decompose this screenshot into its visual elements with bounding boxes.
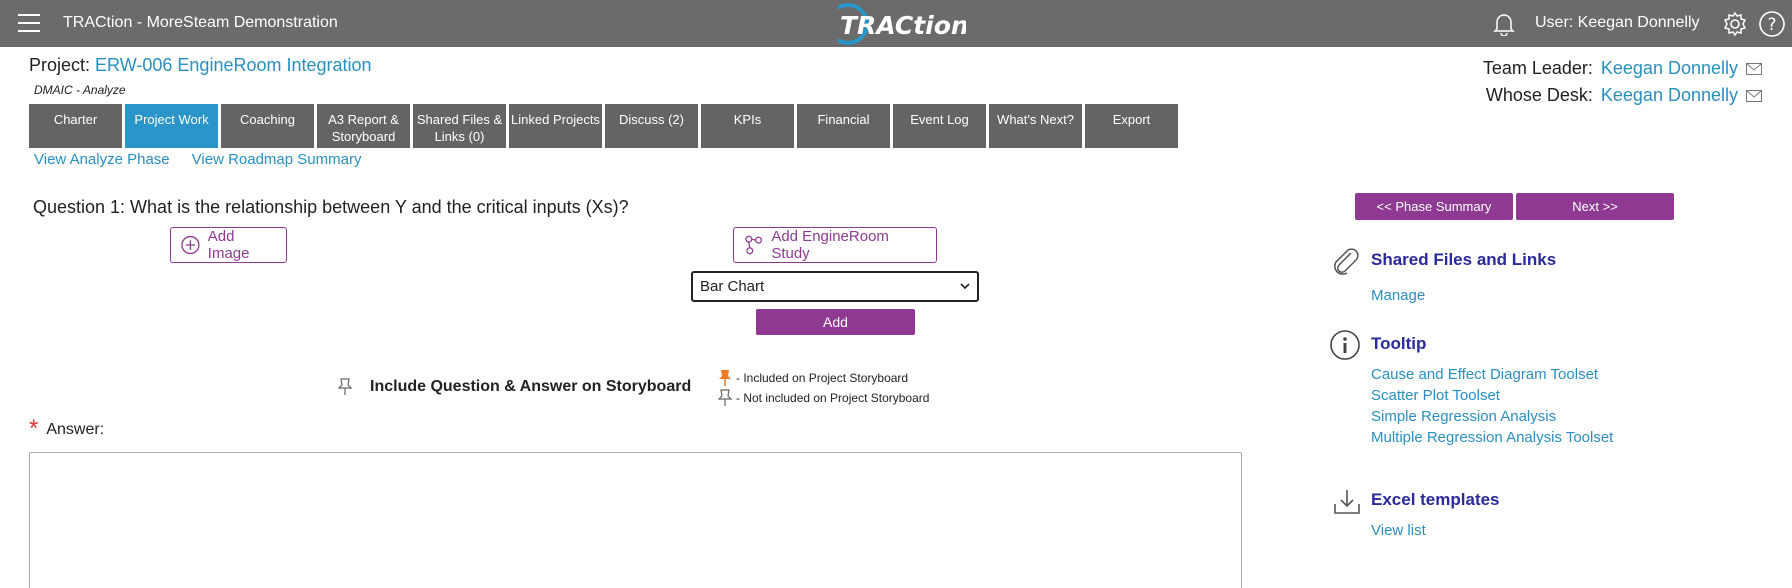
team-leader-link[interactable]: Keegan Donnelly xyxy=(1601,55,1738,82)
tooltip-title: Tooltip xyxy=(1371,334,1427,353)
add-engineroom-label: Add EngineRoom Study xyxy=(771,228,889,262)
app-title: TRACtion - MoreSteam Demonstration xyxy=(63,14,338,31)
storyboard-legend: - Included on Project Storyboard - Not i… xyxy=(718,368,929,408)
download-icon xyxy=(1334,490,1360,514)
tab-shared-files[interactable]: Shared Files & Links (0) xyxy=(413,104,506,148)
tab-bar: Charter Project Work Coaching A3 Report … xyxy=(29,104,1178,148)
tab-event-log[interactable]: Event Log xyxy=(893,104,986,148)
view-analyze-phase-link[interactable]: View Analyze Phase xyxy=(34,151,170,168)
manage-link[interactable]: Manage xyxy=(1371,287,1425,304)
include-label: Include Question & Answer on Storyboard xyxy=(370,378,692,395)
next-button[interactable]: Next >> xyxy=(1516,193,1674,220)
legend-included: - Included on Project Storyboard xyxy=(736,371,909,385)
tab-discuss[interactable]: Discuss (2) xyxy=(605,104,698,148)
tab-coaching[interactable]: Coaching xyxy=(221,104,314,148)
engineroom-icon xyxy=(745,235,763,255)
add-image-button[interactable]: Add Image xyxy=(170,227,287,263)
include-on-storyboard: Include Question & Answer on Storyboard xyxy=(338,378,691,396)
view-roadmap-summary-link[interactable]: View Roadmap Summary xyxy=(192,151,362,168)
mail-icon[interactable] xyxy=(1746,89,1762,102)
logo-text: TRACtion xyxy=(840,11,966,40)
required-marker: * xyxy=(29,415,39,442)
whose-desk-label: Whose Desk: xyxy=(1485,85,1593,105)
traction-logo[interactable]: TRACtion xyxy=(826,2,969,46)
help-icon[interactable]: ? xyxy=(1758,10,1786,38)
shared-files-title: Shared Files and Links xyxy=(1371,250,1557,269)
team-leader-label: Team Leader: xyxy=(1482,58,1593,78)
whose-desk-link[interactable]: Keegan Donnelly xyxy=(1601,82,1738,109)
answer-textarea[interactable] xyxy=(29,452,1242,588)
tab-charter[interactable]: Charter xyxy=(29,104,122,148)
tab-export[interactable]: Export xyxy=(1085,104,1178,148)
add-image-label: Add Image xyxy=(207,228,250,262)
add-button[interactable]: Add xyxy=(756,309,915,335)
team-info: Team Leader: Keegan Donnelly Whose Desk:… xyxy=(1483,55,1762,109)
view-list-link[interactable]: View list xyxy=(1371,522,1426,539)
tab-financial[interactable]: Financial xyxy=(797,104,890,148)
mail-icon[interactable] xyxy=(1746,62,1762,75)
tooltip-link-multiple-regression[interactable]: Multiple Regression Analysis Toolset xyxy=(1371,429,1613,446)
user-name[interactable]: User: Keegan Donnelly xyxy=(1535,14,1700,32)
project-phase: DMAIC - Analyze xyxy=(34,83,126,97)
tooltip-link-cause-effect[interactable]: Cause and Effect Diagram Toolset xyxy=(1371,366,1598,383)
plus-circle-icon xyxy=(181,235,200,255)
hamburger-menu-icon[interactable] xyxy=(18,14,40,32)
pin-outline-icon xyxy=(718,389,732,406)
answer-label: Answer: xyxy=(46,421,105,438)
add-engineroom-study-button[interactable]: Add EngineRoom Study xyxy=(733,227,937,263)
tab-whats-next[interactable]: What's Next? xyxy=(989,104,1082,148)
sub-navigation: View Analyze Phase View Roadmap Summary xyxy=(34,151,361,168)
tab-linked-projects[interactable]: Linked Projects xyxy=(509,104,602,148)
answer-label-row: * Answer: xyxy=(29,415,105,442)
top-bar: TRACtion - MoreSteam Demonstration TRACt… xyxy=(0,0,1792,47)
tab-a3-report[interactable]: A3 Report & Storyboard xyxy=(317,104,410,148)
tooltip-link-scatter-plot[interactable]: Scatter Plot Toolset xyxy=(1371,387,1500,404)
svg-text:?: ? xyxy=(1767,15,1776,35)
gear-icon[interactable] xyxy=(1722,11,1748,37)
project-label: Project: xyxy=(29,55,91,75)
project-name-link[interactable]: ERW-006 EngineRoom Integration xyxy=(95,55,372,75)
question-text: Question 1: What is the relationship bet… xyxy=(33,197,629,217)
notification-bell-icon[interactable] xyxy=(1493,12,1515,36)
tab-project-work[interactable]: Project Work xyxy=(125,104,218,148)
pin-outline-icon[interactable] xyxy=(338,378,352,396)
tab-kpis[interactable]: KPIs xyxy=(701,104,794,148)
chart-type-value: Bar Chart xyxy=(700,278,765,295)
project-header: Project: ERW-006 EngineRoom Integration xyxy=(29,55,372,76)
tooltip-link-simple-regression[interactable]: Simple Regression Analysis xyxy=(1371,408,1556,425)
chevron-down-icon xyxy=(960,283,970,290)
paperclip-icon xyxy=(1334,248,1359,275)
info-icon xyxy=(1330,330,1360,360)
legend-not-included: - Not included on Project Storyboard xyxy=(736,391,930,405)
phase-summary-button[interactable]: << Phase Summary xyxy=(1355,193,1513,220)
excel-templates-title: Excel templates xyxy=(1371,490,1500,509)
traction-logo-image: TRACtion xyxy=(826,2,969,46)
pin-filled-icon xyxy=(719,370,731,386)
chart-type-select[interactable]: Bar Chart xyxy=(691,271,979,302)
